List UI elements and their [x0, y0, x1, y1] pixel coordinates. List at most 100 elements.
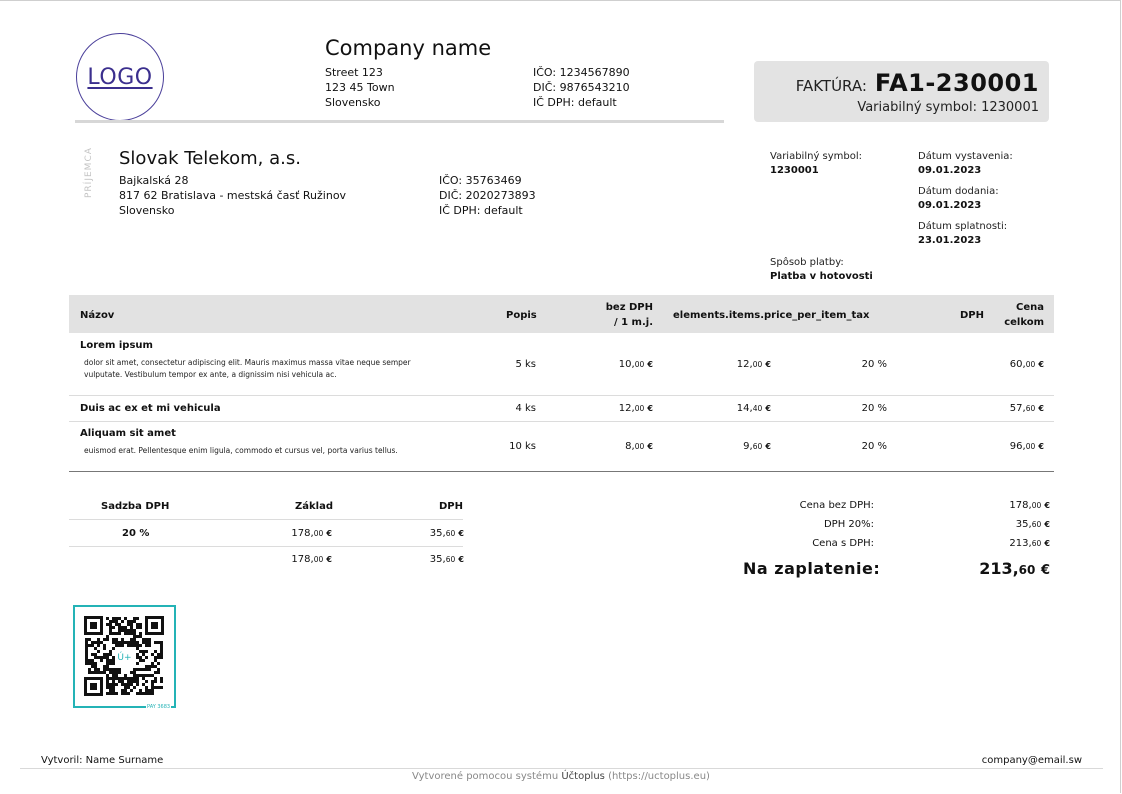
qr-module — [148, 689, 151, 692]
item-2-unit-int: 12, — [618, 403, 635, 414]
customer-country: Slovensko — [119, 204, 175, 217]
qr-module — [94, 662, 97, 665]
qr-module — [139, 635, 142, 638]
qr-module — [157, 686, 160, 689]
qr-module — [133, 617, 136, 620]
supplier-dic: DIČ: 9876543210 — [533, 81, 630, 94]
qr-module — [148, 668, 151, 671]
qr-module — [115, 692, 118, 695]
qr-module — [106, 656, 109, 659]
item-3-tax-cents: 60 — [752, 442, 763, 451]
qr-module — [121, 683, 124, 686]
qr-module — [148, 644, 151, 647]
credit-url[interactable]: (https://uctoplus.eu) — [608, 771, 710, 782]
qr-module — [109, 632, 112, 635]
qr-module — [145, 650, 148, 653]
item-1-desc-line1: dolor sit amet, consectetur adipiscing e… — [84, 358, 411, 367]
qr-module — [145, 680, 148, 683]
qr-module — [118, 671, 121, 674]
qr-module — [160, 653, 163, 656]
item-1-total-cur: € — [1038, 360, 1044, 369]
qr-module — [160, 686, 163, 689]
qr-module — [136, 656, 139, 659]
qr-module — [118, 632, 121, 635]
qr-module — [100, 641, 103, 644]
created-by: Vytvoril: Name Surname — [41, 755, 164, 766]
vat-col-base: Základ — [295, 501, 333, 512]
total-vat-value: 35,60 € — [1016, 519, 1050, 530]
item-3-unit-price: 8,00 € — [625, 441, 653, 452]
qr-module — [136, 635, 139, 638]
qr-module — [124, 674, 127, 677]
meta-payment-method: Spôsob platby: Platba v hotovosti — [770, 256, 873, 284]
item-3-price-tax: 9,60 € — [743, 441, 771, 452]
item-2-vat: 20 % — [861, 403, 887, 414]
qr-module — [148, 674, 151, 677]
qr-module — [154, 671, 157, 674]
qr-module — [133, 632, 136, 635]
qr-module — [139, 674, 142, 677]
qr-module — [121, 626, 124, 629]
recipient-label: PRÍJEMCA — [84, 147, 94, 198]
qr-module — [94, 641, 97, 644]
total-with-vat-int: 213, — [1009, 538, 1032, 549]
qr-module — [139, 689, 142, 692]
qr-module — [106, 668, 109, 671]
qr-module — [154, 659, 157, 662]
item-1-total-int: 60, — [1009, 359, 1026, 370]
col-unit-price-line2: / 1 m.j. — [613, 317, 653, 328]
qr-module — [121, 689, 124, 692]
item-1-vat: 20 % — [861, 359, 887, 370]
invoice-variable-symbol: Variabilný symbol: 1230001 — [857, 100, 1039, 115]
vat-row-rate: 20 % — [122, 528, 150, 539]
meta-due-value: 23.01.2023 — [918, 235, 982, 246]
total-with-vat-cur: € — [1044, 539, 1050, 548]
qr-module — [142, 692, 145, 695]
qr-module — [160, 650, 163, 653]
qr-module — [130, 689, 133, 692]
invoice-number: FA1-230001 — [874, 69, 1039, 97]
qr-module — [115, 617, 118, 620]
qr-module — [142, 653, 145, 656]
qr-module — [109, 671, 112, 674]
item-3-name: Aliquam sit amet — [80, 428, 176, 439]
qr-module — [85, 653, 88, 656]
item-1-tax-int: 12, — [736, 359, 753, 370]
vat-col-vat: DPH — [439, 501, 463, 512]
vat-separator — [69, 546, 463, 547]
qr-module — [112, 683, 115, 686]
qr-module — [139, 659, 142, 662]
qr-module — [115, 668, 118, 671]
qr-module — [97, 671, 100, 674]
qr-module — [109, 629, 112, 632]
qr-module — [154, 680, 157, 683]
meta-vs-label: Variabilný symbol: — [770, 151, 863, 162]
qr-module — [133, 629, 136, 632]
meta-payment-label: Spôsob platby: — [770, 257, 844, 268]
meta-issue-value: 09.01.2023 — [918, 165, 982, 176]
qr-module — [145, 689, 148, 692]
qr-module — [121, 677, 124, 680]
qr-module — [130, 671, 133, 674]
vat-row-base-cents: 00 — [313, 529, 324, 538]
qr-module — [91, 641, 94, 644]
qr-module — [139, 650, 142, 653]
qr-module — [124, 629, 127, 632]
item-2-unit-price: 12,00 € — [619, 403, 653, 414]
vat-row-vat-cents: 60 — [445, 529, 456, 538]
item-1-unit-int: 10, — [618, 359, 635, 370]
qr-module — [124, 692, 127, 695]
qr-code-graphic: Ú+ — [75, 607, 174, 706]
footer-email: company@email.sw — [981, 755, 1082, 766]
qr-module — [145, 641, 148, 644]
qr-module — [127, 623, 130, 626]
qr-module — [157, 668, 160, 671]
qr-module — [124, 677, 127, 680]
customer-name: Slovak Telekom, a.s. — [119, 148, 301, 169]
qr-module — [127, 686, 130, 689]
qr-module — [103, 644, 106, 647]
qr-module — [106, 674, 109, 677]
item-2-total: 57,60 € — [1010, 403, 1044, 414]
qr-module — [106, 677, 109, 680]
qr-module — [100, 656, 103, 659]
